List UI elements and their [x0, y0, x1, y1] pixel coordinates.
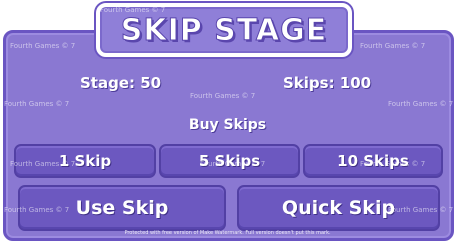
quick-skip-button[interactable]: Quick Skip: [237, 185, 440, 231]
watermark-text: Fourth Games © 7: [4, 2, 70, 10]
stage-count-label: Stage: 50: [80, 74, 162, 92]
watermark-footer-note: Protected with free version of Make Wate…: [124, 230, 331, 236]
skips-count-label: Skips: 100: [283, 74, 372, 92]
watermark-text: Fourth Games © 7: [388, 6, 454, 14]
page-title: SKIP STAGE: [120, 12, 328, 48]
buy-skips-heading: Buy Skips: [188, 117, 267, 133]
title-banner: SKIP STAGE: [96, 3, 352, 57]
buy-5-skips-button[interactable]: 5 Skips: [159, 144, 300, 178]
buy-10-skips-button[interactable]: 10 Skips: [303, 144, 443, 178]
use-skip-button[interactable]: Use Skip: [18, 185, 226, 231]
skip-stage-screen: SKIP STAGE Stage: 50 Skips: 100 Buy Skip…: [0, 0, 455, 242]
buy-1-skip-button[interactable]: 1 Skip: [14, 144, 156, 178]
